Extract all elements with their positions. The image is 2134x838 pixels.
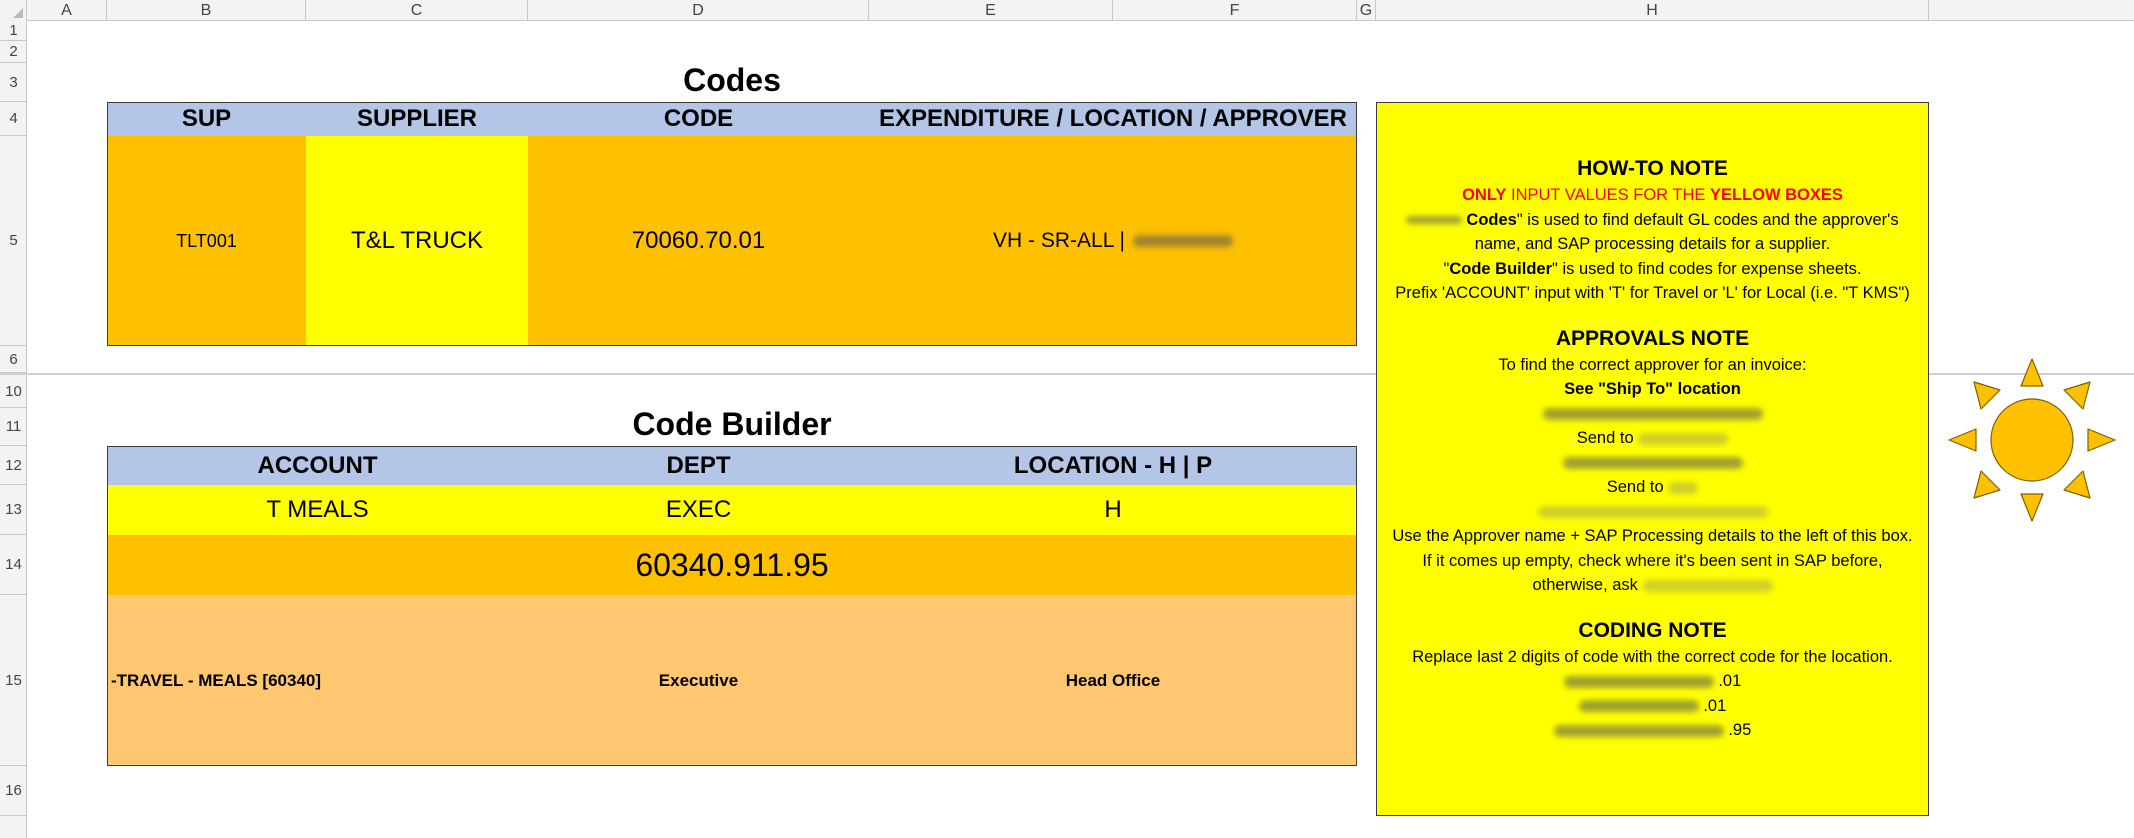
coding-value-1: .01 <box>1718 672 1742 690</box>
codes-supplier-input[interactable]: T&L TRUCK <box>306 136 528 346</box>
redacted-location-3 <box>1377 500 1928 525</box>
column-header-g[interactable]: G <box>1357 0 1376 21</box>
code-builder-usage-line: "Code Builder" is used to find codes for… <box>1377 257 1928 282</box>
row-header-16[interactable]: 16 <box>0 766 27 816</box>
only-input-line: ONLY INPUT VALUES FOR THE YELLOW BOXES <box>1377 183 1928 208</box>
send-to-label-2: Send to <box>1606 478 1664 496</box>
code-builder-word: Code Builder <box>1449 259 1553 278</box>
row-header-11[interactable]: 11 <box>0 408 27 446</box>
select-all-corner[interactable] <box>0 0 27 21</box>
approvals-note-title: APPROVALS NOTE <box>1555 326 1750 350</box>
cb-desc: " is used to find codes for expense shee… <box>1552 259 1862 278</box>
column-header-b[interactable]: B <box>107 0 306 21</box>
send-to-line-1: Send to <box>1377 426 1928 451</box>
codes-header-sup[interactable]: SUP <box>107 102 306 136</box>
redacted-approver <box>1132 235 1233 247</box>
approvals-line-4: otherwise, ask <box>1377 573 1928 598</box>
coding-value-2: .01 <box>1703 696 1727 715</box>
redacted-location-1 <box>1377 402 1928 427</box>
coding-line-1: Replace last 2 digits of code with the c… <box>1412 647 1893 666</box>
row-header-14[interactable]: 14 <box>0 535 27 595</box>
codes-word: Codes <box>1466 210 1517 229</box>
redacted-location-2 <box>1377 451 1928 476</box>
codes-sup-cell[interactable]: TLT001 <box>107 136 306 346</box>
codes-code-cell[interactable]: 70060.70.01 <box>528 136 869 346</box>
column-header-f[interactable]: F <box>1113 0 1357 21</box>
codes-header-supplier[interactable]: SUPPLIER <box>306 102 528 136</box>
codes-header-code[interactable]: CODE <box>528 102 869 136</box>
redacted-prefix <box>1406 216 1463 225</box>
builder-header-dept[interactable]: DEPT <box>528 446 869 485</box>
codes-expenditure-cell[interactable]: VH - SR-ALL | <box>869 136 1357 346</box>
builder-dept-input[interactable]: EXEC <box>528 485 869 535</box>
row-header-4[interactable]: 4 <box>0 102 27 136</box>
send-to-line-2: Send to <box>1377 475 1928 500</box>
builder-result-code[interactable]: 60340.911.95 <box>107 535 1357 595</box>
column-header-bar: A B C D E F G H <box>0 0 2134 21</box>
column-header-c[interactable]: C <box>306 0 528 21</box>
column-header-d[interactable]: D <box>528 0 869 21</box>
builder-location-description[interactable]: Head Office <box>869 595 1357 766</box>
column-header-e[interactable]: E <box>869 0 1113 21</box>
coding-location-1: .01 <box>1377 669 1928 694</box>
row-header-15[interactable]: 15 <box>0 595 27 766</box>
approvals-line-1: To find the correct approver for an invo… <box>1498 355 1807 374</box>
column-header-a[interactable]: A <box>27 0 107 21</box>
row-header-2[interactable]: 2 <box>0 41 27 63</box>
send-to-label-1: Send to <box>1576 429 1634 447</box>
coding-location-3: .95 <box>1377 718 1928 743</box>
sun-icon[interactable] <box>1947 357 2117 525</box>
see-ship-to-line: See "Ship To" location <box>1564 380 1741 398</box>
approvals-line-2: Use the Approver name + SAP Processing d… <box>1392 527 1913 545</box>
codes-usage-line-2: name, and SAP processing details for a s… <box>1474 235 1831 253</box>
row-header-5[interactable]: 5 <box>0 136 27 346</box>
codes-header-expenditure[interactable]: EXPENDITURE / LOCATION / APPROVER <box>869 102 1357 136</box>
input-values-text: INPUT VALUES FOR THE <box>1506 186 1710 204</box>
code-builder-title: Code Builder <box>632 406 832 442</box>
coding-location-2: .01 <box>1377 694 1928 719</box>
how-to-note-box[interactable]: HOW-TO NOTE ONLY INPUT VALUES FOR THE YE… <box>1376 102 1929 816</box>
builder-dept-description[interactable]: Executive <box>528 595 869 766</box>
builder-account-description[interactable]: -TRAVEL - MEALS [60340] <box>107 595 528 766</box>
column-header-h[interactable]: H <box>1376 0 1929 21</box>
coding-value-3: .95 <box>1728 721 1752 739</box>
approvals-line-3: If it comes up empty, check where it's b… <box>1422 551 1883 570</box>
builder-header-account[interactable]: ACCOUNT <box>107 446 528 485</box>
codes-title: Codes <box>683 61 781 98</box>
codes-desc: " is used to find default GL codes and t… <box>1516 210 1899 229</box>
builder-header-location[interactable]: LOCATION - H | P <box>869 446 1357 485</box>
row-header-12[interactable]: 12 <box>0 446 27 485</box>
row-header-1[interactable]: 1 <box>0 21 27 41</box>
row-header-3[interactable]: 3 <box>0 63 27 102</box>
row-header-10[interactable]: 10 <box>0 375 27 408</box>
builder-location-input[interactable]: H <box>869 485 1357 535</box>
row-header-13[interactable]: 13 <box>0 485 27 535</box>
only-word: ONLY <box>1462 186 1507 204</box>
ask-text: otherwise, ask <box>1532 576 1638 594</box>
codes-usage-line: Codes" is used to find default GL codes … <box>1377 208 1928 233</box>
prefix-line: Prefix 'ACCOUNT' input with 'T' for Trav… <box>1395 284 1910 302</box>
row-header-6[interactable]: 6 <box>0 346 27 373</box>
howto-note-title: HOW-TO NOTE <box>1577 157 1728 180</box>
coding-note-title: CODING NOTE <box>1578 618 1727 642</box>
yellow-boxes-word: YELLOW BOXES <box>1709 186 1843 204</box>
codes-expenditure-text: VH - SR-ALL | <box>993 229 1125 252</box>
builder-account-input[interactable]: T MEALS <box>107 485 528 535</box>
